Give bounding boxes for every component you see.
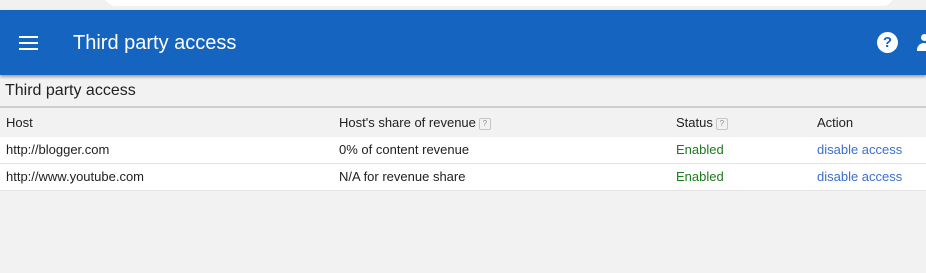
account-icon[interactable] [917,34,926,52]
host-cell: http://www.youtube.com [6,169,145,184]
section-title: Third party access [5,82,136,99]
app-bar-title: Third party access [73,32,237,54]
column-header-share-label: Host's share of revenue [339,115,476,130]
share-cell: 0% of content revenue [339,142,470,157]
column-header-host: Host [6,108,33,137]
app-bar: Third party access ? [0,10,926,75]
disable-access-link[interactable]: disable access [817,164,902,190]
column-header-status-label: Status [676,115,713,130]
table-row: http://www.youtube.com N/A for revenue s… [0,164,926,191]
column-header-host-label: Host [6,115,33,130]
menu-icon[interactable] [19,35,38,51]
table-row: http://blogger.com 0% of content revenue… [0,137,926,164]
column-header-action: Action [817,108,853,137]
column-header-status: Status? [676,108,728,137]
help-icon[interactable]: ? [877,32,898,53]
table-header-row: Host Host's share of revenue? Status? Ac… [0,106,926,137]
share-cell: N/A for revenue share [339,169,466,184]
column-header-share: Host's share of revenue? [339,108,491,137]
third-party-access-table: Host Host's share of revenue? Status? Ac… [0,106,926,191]
status-cell: Enabled [676,169,724,184]
status-help-icon[interactable]: ? [715,118,728,130]
host-cell: http://blogger.com [6,142,110,157]
column-header-action-label: Action [817,115,854,130]
share-help-icon[interactable]: ? [478,118,491,130]
status-cell: Enabled [676,142,724,157]
disable-access-link[interactable]: disable access [817,137,902,163]
browser-top-strip [0,0,926,10]
top-strip-search-bar [104,0,894,6]
